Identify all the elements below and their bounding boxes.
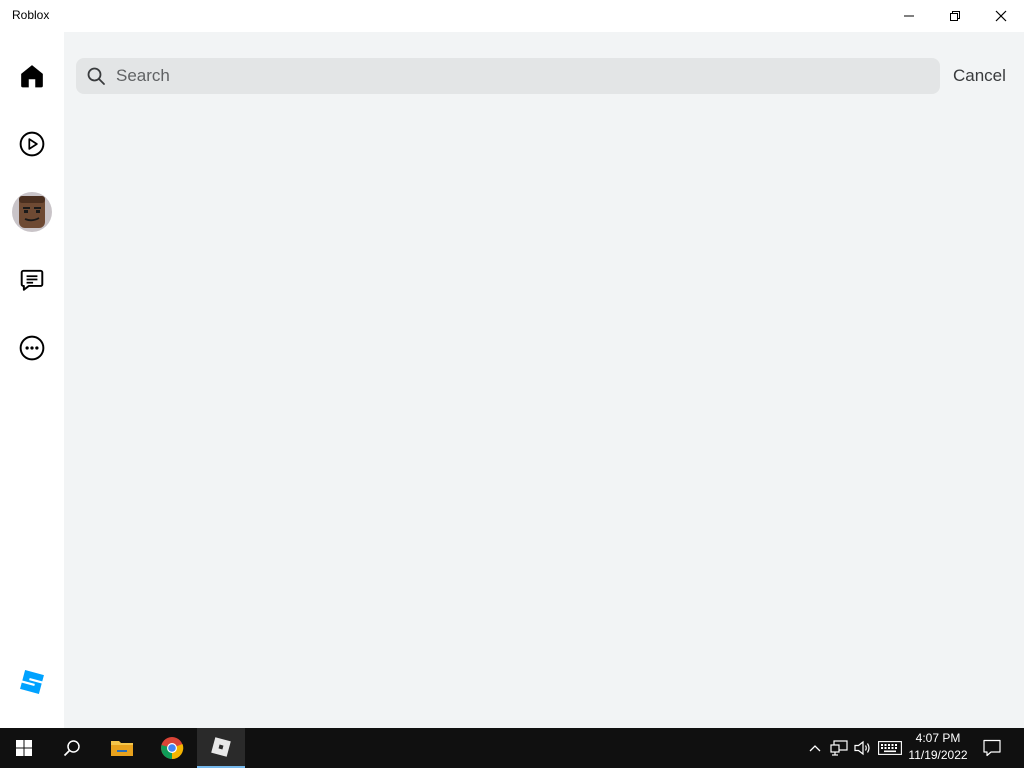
start-button[interactable] [0,728,48,768]
roblox-studio-icon [20,670,44,694]
chrome-button[interactable] [148,728,196,768]
search-icon [87,67,105,85]
window-title: Roblox [12,8,50,22]
minimize-button[interactable] [886,0,932,32]
roblox-taskbar-button[interactable] [197,728,245,768]
more-icon [19,335,45,361]
search-bar[interactable] [76,58,940,94]
file-explorer-button[interactable] [98,728,146,768]
roblox-window: Roblox Search Cancel [0,0,1024,728]
search-icon [63,740,80,757]
network-icon [830,740,848,756]
clock-time: 4:07 PM [915,731,961,745]
sidebar-item-avatar[interactable] [8,188,56,236]
close-icon [995,10,1007,22]
show-hidden-icons-button[interactable] [804,728,826,768]
taskbar-search-button[interactable] [48,728,96,768]
volume-button[interactable] [852,728,874,768]
taskbar: 4:07 PM 11/19/2022 [0,728,1024,768]
network-button[interactable] [828,728,850,768]
taskbar-clock[interactable]: 4:07 PM 11/19/2022 [906,730,970,766]
minimize-icon [904,15,914,17]
avatar [12,192,52,232]
chrome-icon [161,737,184,760]
volume-icon [854,740,870,756]
title-bar[interactable]: Roblox [0,0,1024,32]
restore-button[interactable] [932,0,978,32]
keyboard-icon [878,741,902,755]
sidebar-item-home[interactable] [8,52,56,100]
play-icon [19,131,45,157]
sidebar [0,32,64,728]
close-button[interactable] [978,0,1024,32]
touch-keyboard-button[interactable] [876,728,904,768]
restore-icon [950,11,960,21]
chat-icon [20,269,44,291]
sidebar-item-more[interactable] [8,324,56,372]
sidebar-item-chat[interactable] [8,256,56,304]
sidebar-item-studio[interactable] [8,658,56,706]
chevron-up-icon [809,745,821,752]
home-icon [21,65,43,88]
sidebar-item-discover[interactable] [8,120,56,168]
search-input[interactable] [116,58,916,94]
search-page: Cancel [64,32,1024,728]
notification-icon [983,739,1001,757]
windows-start-icon [16,740,32,756]
clock-date: 11/19/2022 [908,748,968,762]
roblox-icon [211,737,231,757]
action-center-button[interactable] [980,728,1004,768]
file-explorer-icon [111,741,133,756]
cancel-button[interactable]: Cancel [953,66,1006,86]
